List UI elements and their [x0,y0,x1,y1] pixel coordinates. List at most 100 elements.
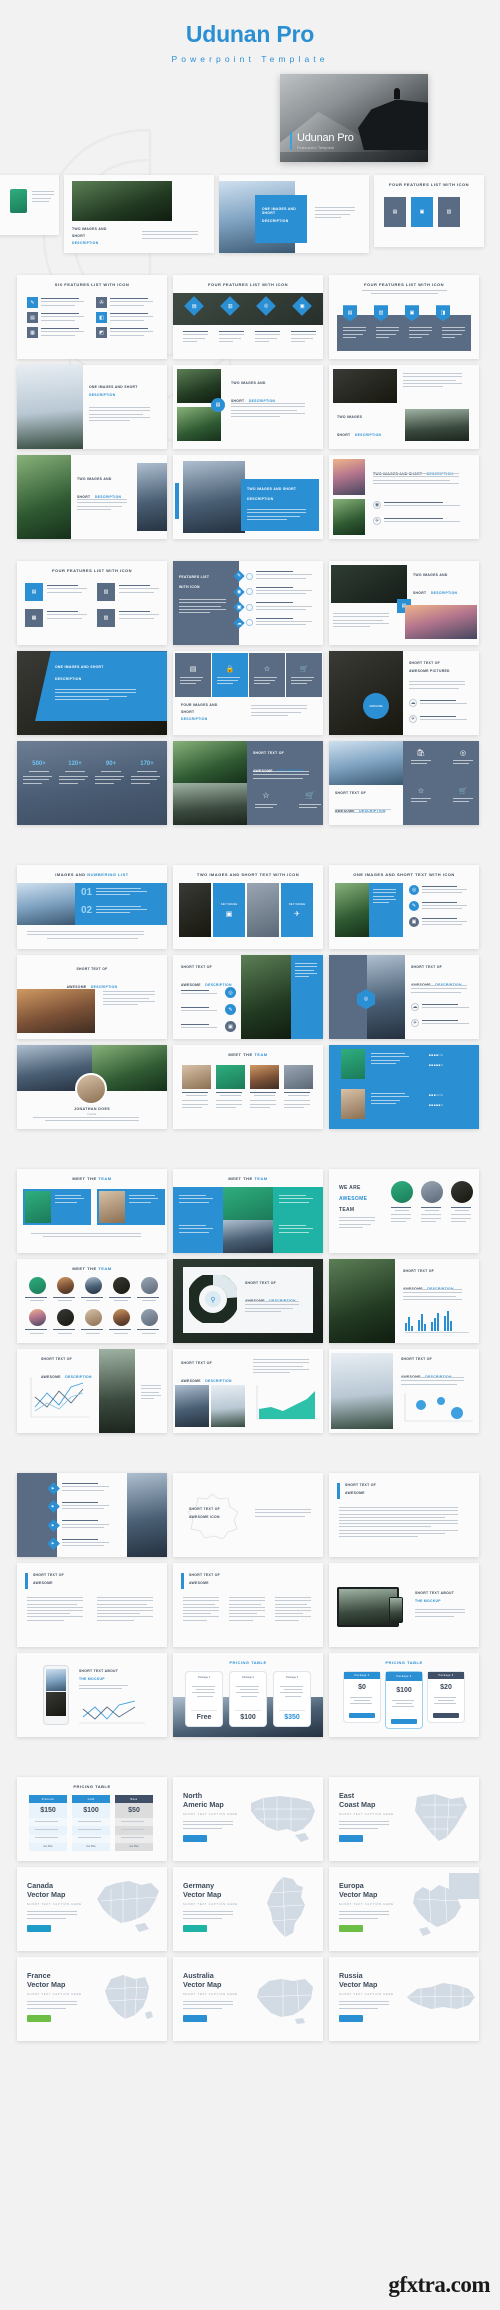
pricing-button[interactable] [391,1719,417,1725]
slide-map-north-america[interactable]: North Americ Map SHORT TEXT CAPTION HERE [173,1777,323,1862]
slide-four-features-badges[interactable]: FOUR FEATURES LIST WITH ICON ▤ ▥ ▣ ◨ [329,275,479,360]
slide-bubble-chart[interactable]: SHORT TEXT OF AWESOME DESCRIPTION [329,1349,479,1434]
slide-awesome-icon-badge[interactable]: SHORT TEXT OF AWESOME ICON [173,1473,323,1558]
slide-two-images-short-description[interactable]: TWO IMAGES AND SHORT DESCRIPTION [64,175,214,254]
slide-awesome-circle[interactable]: AWESOME SHORT TEXT OF AWESOME PICTURED ☁… [329,651,479,736]
slide-short-text-awesome-icons[interactable]: SHORT TEXT OF AWESOME DESCRIPTION ☆ 🛒 [173,741,323,826]
diamond-icon: ▸ [47,1500,60,1514]
map-read-more-button[interactable] [27,2014,51,2022]
slide-we-are-awesome-team[interactable]: WE ARE AWESOME TEAM [329,1169,479,1254]
slide-photo [10,189,27,214]
slide-short-text-awesome-pictured-c[interactable]: ◎ SHORT TEXT OF AWESOME DESCRIPTION ☁ ✈ [329,955,479,1040]
slide-six-features-list[interactable]: SIX FEATURES LIST WITH ICON ✎ ✇ ▤ ◧ ▦ ◩ [17,275,167,360]
slide-team-ratings[interactable]: ■■■■□□ ■■■■■□ ■■■□□□ ■■■■■□ [329,1045,479,1130]
slide-one-image-short-description[interactable]: ONE IMAGES AND SHORT DESCRIPTION [219,175,369,254]
slide-images-numbering-list[interactable]: IMAGES AND NUMBERING LIST 01 02 [17,865,167,950]
map-read-more-button[interactable] [339,1924,363,1932]
slide-blue-overlay-panel[interactable]: TWO IMAGES AND SHORT DESCRIPTION [173,455,323,540]
slide-caption-accent: THE MOCKUP [79,1677,105,1682]
slide-two-images-icon-list[interactable]: TWO IMAGES AND SHORT DESCRIPTION ◉ ✈ [329,455,479,540]
slide-short-text-awesome-pictured-a[interactable]: SHORT TEXT OF AWESOME DESCRIPTION [17,955,167,1040]
slide-features-list-with-icon[interactable]: FEATURES LIST WITH ICON ✎ ◉ ▣ ☁ [173,561,323,646]
slide-map-australia[interactable]: Australia Vector Map SHORT TEXT CAPTION … [173,1957,323,2042]
map-title-line2: Vector Map [339,1890,378,1900]
map-read-more-button[interactable] [339,1834,363,1842]
slide-diamond-list-photo[interactable]: ▸ ▸ ▸ ▸ [17,1473,167,1558]
list-icon: ◎ [409,885,419,896]
pricing-footer[interactable]: Get Plan [72,1842,110,1851]
slide-short-text-awesome-bar[interactable]: SHORT TEXT OF AWESOME [329,1473,479,1558]
slide-left-photo-desc[interactable]: TWO IMAGES AND SHORT DESCRIPTION [17,455,167,540]
slide-two-images-badge[interactable]: TWO IMAGES AND SHORT DESCRIPTION ▤ [329,561,479,646]
slide-meet-team-two-cards[interactable]: MEET THE TEAM [17,1169,167,1254]
slide-stats[interactable]: 500+ 120+ 90+ 170+ [17,741,167,826]
germany-map-icon [267,1877,305,1938]
pricing-card[interactable]: Premium $150 Get Plan [29,1795,67,1851]
slide-three-column-text[interactable]: SHORT TEXT OF AWESOME [173,1563,323,1648]
slide-team-profile[interactable]: JONATHAN DOES Founder [17,1045,167,1130]
pricing-card[interactable]: Base $50 Get Plan [115,1795,153,1851]
pricing-card[interactable]: Package 1 Free [185,1671,223,1728]
pricing-button[interactable] [433,1713,459,1719]
hero-person-silhouette [394,88,400,100]
slide-blue-wedge: ONE IMAGES AND SHORT DESCRIPTION [35,651,167,722]
slide-line-chart[interactable]: SHORT TEXT OF AWESOME DESCRIPTION [17,1349,167,1434]
slide-blue-wedge[interactable]: ONE IMAGES AND SHORT DESCRIPTION [17,651,167,736]
slide-meet-team-mosaic[interactable]: MEET THE TEAM [173,1169,323,1254]
slide-short-text-awesome-pictured-b[interactable]: SHORT TEXT OF AWESOME DESCRIPTION ◎ ✎ ▣ [173,955,323,1040]
pricing-footer[interactable]: Get Plan [29,1842,67,1851]
slide-map-east-coast[interactable]: East Coast Map SHORT TEXT CAPTION HERE [329,1777,479,1862]
pricing-card-highlighted[interactable]: Package 2 $100 [385,1671,423,1730]
pricing-card[interactable]: Package 2 $100 [229,1671,267,1728]
pricing-card[interactable]: Gold $100 Get Plan [72,1795,110,1851]
star-icon: ☆ [417,788,425,796]
map-read-more-button[interactable] [183,1924,207,1932]
slide-four-features-list[interactable]: FOUR FEATURES LIST WITH ICON ▤ ▣ ▥ [374,175,484,248]
slide-profile-text[interactable] [0,175,59,236]
slide-title: MEET THE TEAM [228,1052,268,1058]
hero-cover-slide[interactable]: Udunan Pro Powerpoint Template [280,74,428,163]
slide-one-image-short-text-icon[interactable]: ONE IMAGES AND SHORT TEXT WITH ICON ◎ ✎ … [329,865,479,950]
slide-caption-2: AWESOME ICON [189,1515,220,1520]
slide-blue-panel [291,955,323,1040]
package-price: $100 [240,1714,256,1722]
slide-four-images-icons[interactable]: ▤ 🔒 ☆ 🛒 FOUR IMAGES AND SHORT DESCRIPTIO… [173,651,323,736]
slide-map-france[interactable]: France Vector Map SHORT TEXT CAPTION HER… [17,1957,167,2042]
slide-two-images-stacked[interactable]: TWO IMAGES SHORT DESCRIPTION [329,365,479,450]
map-read-more-button[interactable] [27,1924,51,1932]
slide-map-europa[interactable]: Europa Vector Map SHORT TEXT CAPTION HER… [329,1867,479,1952]
slide-bar-chart[interactable]: SHORT TEXT OF AWESOME DESCRIPTION [329,1259,479,1344]
pricing-card[interactable]: Package 3 $350 [273,1671,311,1728]
east-coast-map-icon [415,1794,467,1842]
slide-two-column-text[interactable]: SHORT TEXT OF AWESOME [17,1563,167,1648]
slide-device-mockup[interactable]: SHORT TEXT ABOUT THE MOCKUP [329,1563,479,1648]
slide-map-germany[interactable]: Germany Vector Map SHORT TEXT CAPTION HE… [173,1867,323,1952]
slide-pricing-table-columns[interactable]: PRICING TABLE Package 1 $0 Package 2 $10… [329,1653,479,1738]
slide-short-text-awesome-split[interactable]: 🛍 ◎ ☆ 🛒 SHORT TEXT OF AWESOME DESCRIPTIO… [329,741,479,826]
panel-line1: ONE IMAGES AND SHORT [55,665,104,670]
slide-phone-mockup-chart[interactable]: SHORT TEXT ABOUT THE MOCKUP [17,1653,167,1738]
pricing-card[interactable]: Package 1 $0 [343,1671,381,1724]
slide-one-image-desc[interactable]: ONE IMAGES AND SHORT DESCRIPTION [17,365,167,450]
slide-four-features-diamonds[interactable]: FOUR FEATURES LIST WITH ICON ▤ ▥ ◎ ▣ [173,275,323,360]
map-read-more-button[interactable] [183,1834,207,1842]
slide-map-canada[interactable]: Canada Vector Map SHORT TEXT CAPTION HER… [17,1867,167,1952]
pricing-button[interactable] [349,1713,375,1719]
map-read-more-button[interactable] [339,2014,363,2022]
slide-donut-chart[interactable]: ⚲ SHORT TEXT OF AWESOME DESCRIPTION [173,1259,323,1344]
slide-pricing-table-tiers[interactable]: PRICING TABLE Premium $150 Get Plan Gold… [17,1777,167,1862]
slide-map-russia[interactable]: Russia Vector Map SHORT TEXT CAPTION HER… [329,1957,479,2042]
phone-mockup [389,1597,403,1624]
slide-meet-team-ten-avatars[interactable]: MEET THE TEAM [17,1259,167,1344]
slide-photo [331,565,407,604]
map-read-more-button[interactable] [183,2014,207,2022]
slide-two-images-desc[interactable]: ▤ TWO IMAGES AND SHORT DESCRIPTION [173,365,323,450]
pricing-card[interactable]: Package 3 $20 [427,1671,465,1724]
slide-four-features-squares[interactable]: FOUR FEATURES LIST WITH ICON ▤ ▥ ▦ ▧ [17,561,167,646]
pricing-footer[interactable]: Get Plan [115,1842,153,1851]
slide-two-images-short-text-icon[interactable]: TWO IMAGES AND SHORT TEXT WITH ICON KEY … [173,865,323,950]
slide-pricing-table-rounded[interactable]: PRICING TABLE Package 1 Free Package 2 $… [173,1653,323,1738]
slide-area-chart[interactable]: SHORT TEXT OF AWESOME DESCRIPTION [173,1349,323,1434]
list-icon: ✈ [409,715,417,724]
slide-meet-the-team-grid[interactable]: MEET THE TEAM [173,1045,323,1130]
